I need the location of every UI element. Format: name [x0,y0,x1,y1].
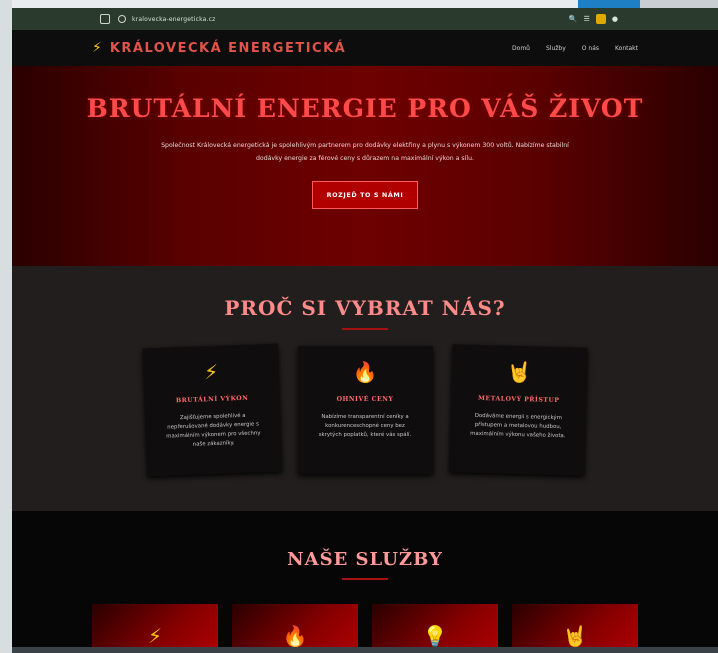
service-card[interactable]: 💡 [372,604,498,653]
extension-icon[interactable] [595,14,606,24]
feature-card-title: OHNIVÉ CENY [336,396,394,403]
service-cards: ⚡ 🔥 💡 🤘 [12,604,718,653]
service-card[interactable]: ⚡ [92,604,218,653]
why-section: PROČ SI VYBRAT NÁS? ⚡ BRUTÁLNÍ VÝKON Zaj… [12,266,718,511]
service-card[interactable]: 🤘 [512,604,638,653]
feature-card-text: Dodáváme energii s energickým přístupem … [469,412,566,440]
fire-icon: 🔥 [282,624,308,648]
feature-card: 🤘 METALOVÝ PŘÍSTUP Dodáváme energii s en… [448,344,588,476]
title-underline [342,328,388,330]
feature-card-title: METALOVÝ PŘÍSTUP [477,394,560,405]
nav-link-home[interactable]: Domů [512,45,530,52]
lightning-icon: ⚡ [92,40,102,56]
tab-icon[interactable] [100,14,110,24]
url-field[interactable]: kralovecka-energeticka.cz [132,16,215,23]
nav-link-about[interactable]: O nás [582,45,599,52]
desktop-background-left [0,0,12,653]
site-logo[interactable]: ⚡ KRÁLOVECKÁ ENERGETICKÁ [92,40,346,56]
rock-hand-icon: 🤘 [562,624,588,648]
site-navbar: ⚡ KRÁLOVECKÁ ENERGETICKÁ Domů Služby O n… [12,30,718,66]
nav-link-services[interactable]: Služby [546,45,566,52]
feature-card: 🔥 OHNIVÉ CENY Nabízíme transparentní cen… [297,346,433,474]
zoom-icon[interactable]: 🔍 [569,15,578,23]
feature-cards: ⚡ BRUTÁLNÍ VÝKON Zajišťujeme spolehlivé … [12,343,718,477]
browser-window: kralovecka-energeticka.cz 🔍 ☰ ● ⚡ KRÁLOV… [12,8,718,653]
services-section: NAŠE SLUŽBY ⚡ 🔥 💡 🤘 [12,511,718,653]
feature-card-text: Nabízíme transparentní ceníky a konkuren… [318,414,412,438]
service-card[interactable]: 🔥 [232,604,358,653]
title-underline [342,578,388,580]
menu-icon[interactable]: ☰ [584,15,590,23]
feature-card: ⚡ BRUTÁLNÍ VÝKON Zajišťujeme spolehlivé … [142,343,282,477]
services-title: NAŠE SLUŽBY [287,549,443,570]
hero-section: BRUTÁLNÍ ENERGIE PRO VÁŠ ŽIVOT Společnos… [12,66,718,266]
nav-link-contact[interactable]: Kontakt [615,45,638,52]
search-icon [118,15,126,23]
logo-text: KRÁLOVECKÁ ENERGETICKÁ [109,40,347,56]
hero-text: Společnost Královecká energetická je spo… [161,142,569,162]
cta-button[interactable]: ROZJEĎ TO S NÁMI [311,181,419,209]
hero-title: BRUTÁLNÍ ENERGIE PRO VÁŠ ŽIVOT [86,94,644,123]
fire-icon: 🔥 [352,360,378,384]
lightning-icon: ⚡ [203,359,219,385]
profile-icon[interactable]: ● [612,15,618,23]
address-bar: kralovecka-energeticka.cz 🔍 ☰ ● [12,8,718,30]
lightbulb-icon: 💡 [422,624,448,648]
browser-toolbar-right: 🔍 ☰ ● [569,14,618,24]
feature-card-title: BRUTÁLNÍ VÝKON [175,394,248,405]
why-title: PROČ SI VYBRAT NÁS? [224,296,506,320]
taskbar [12,647,718,653]
rock-hand-icon: 🤘 [506,359,532,385]
nav-links: Domů Služby O nás Kontakt [512,45,638,52]
feature-card-text: Zajišťujeme spolehlivé a nepřerušované d… [165,412,261,448]
lightning-icon: ⚡ [147,624,163,648]
